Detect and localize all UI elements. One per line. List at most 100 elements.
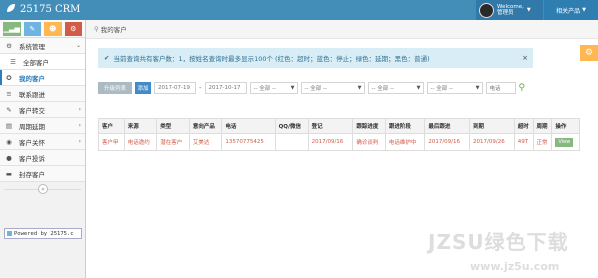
sidebar-item-7[interactable]: ● 客户投诉: [0, 150, 85, 166]
filter-select-4[interactable]: -- 全部 -- ▼: [426, 82, 483, 94]
column-header[interactable]: 到期: [469, 118, 515, 134]
sidebar-item-label: 封存客户: [19, 170, 45, 179]
leaf-icon: [6, 3, 16, 16]
sidebar-item-8[interactable]: ▬ 封存客户: [0, 166, 85, 182]
sidebar-item-5[interactable]: ▤ 周期延期 ›: [0, 118, 85, 134]
breadcrumb-current[interactable]: 我的客户: [101, 24, 127, 34]
products-menu[interactable]: 相关产品 ▼: [544, 0, 598, 20]
caret-down-icon: ▼: [475, 85, 480, 91]
shortcut-buttons: ▁▃▅ ✎ ☻ ⚙: [0, 20, 85, 38]
table-cell: 正常: [532, 133, 553, 151]
sidebar-item-3[interactable]: ≡ 联系跟进: [0, 86, 85, 102]
table-row[interactable]: 客户甲 电话邀约 潜在客户 艾美达 13570775425 2017/09/16 确诊谈判电…: [98, 133, 580, 151]
table-body: 客户甲 电话邀约 潜在客户 艾美达 13570775425 2017/09/16 确诊谈判电…: [98, 133, 580, 151]
column-header[interactable]: 来源: [123, 118, 158, 134]
info-icon: ✔: [104, 54, 110, 62]
pencil-icon: ✎: [6, 105, 12, 114]
badge-icon: [7, 231, 12, 236]
close-icon[interactable]: ×: [522, 54, 528, 62]
avatar: [479, 2, 494, 18]
upgrade-list-button[interactable]: 升级列表: [98, 82, 132, 94]
settings-shortcut-button[interactable]: ⚙: [64, 22, 82, 36]
table-cell: 49T: [513, 133, 534, 151]
sidebar: ▁▃▅ ✎ ☻ ⚙ ⚙ 系统管理 ⌄ ☰ 全部客户 ✪ 我的客户 ≡ 联系跟进 ✎ 客户转交 › ▤ 周期…: [0, 20, 86, 278]
sidebar-item-2[interactable]: ✪ 我的客户: [0, 70, 85, 86]
column-header[interactable]: 电话: [221, 118, 276, 134]
info-alert: ✔ 当前查询共有客户数：1，按姓名查询时最多显示100个 (红色：超时；蓝色：停…: [98, 48, 533, 68]
sidebar-item-4[interactable]: ✎ 客户转交 ›: [0, 102, 85, 118]
date-from-input[interactable]: 2017-07-19: [154, 82, 196, 94]
powered-by-text: Powered by 25175.c: [14, 230, 74, 237]
filter-select-2[interactable]: -- 全部 -- ▼: [300, 82, 365, 94]
column-header[interactable]: 类型: [156, 118, 190, 134]
sidebar-item-label: 周期延期: [19, 122, 45, 131]
brand-name: 25175 CRM: [20, 4, 81, 15]
collapse-icon[interactable]: «: [38, 184, 48, 194]
table-cell: 电话维护中: [384, 133, 426, 151]
customer-table: 客户 来源 类型 意向产品 电话 QQ/微信 登记 跟踪进度 跟进阶段 最后跟进 到期 超时 周期 操作 …: [98, 118, 580, 151]
pencil-icon: ✎: [29, 25, 36, 33]
column-header[interactable]: 跟踪进度: [352, 118, 386, 134]
table-cell: 2017/09/16: [307, 133, 354, 151]
sidebar-item-label: 联系跟进: [19, 90, 45, 99]
username: 管理员: [497, 10, 514, 16]
column-header[interactable]: QQ/微信: [274, 118, 309, 134]
settings-toggle-button[interactable]: ⚙: [580, 45, 598, 61]
column-header[interactable]: 周期: [532, 118, 553, 134]
column-header[interactable]: 操作: [551, 118, 580, 134]
date-to-input[interactable]: 2017-10-17: [204, 82, 247, 94]
watermark-url: www.jz5u.com: [470, 260, 560, 273]
sidebar-item-label: 系统管理: [19, 42, 45, 51]
watermark: JZSU绿色下载 www.jz5u.com: [428, 226, 598, 278]
view-button[interactable]: View: [555, 137, 574, 147]
users-shortcut-button[interactable]: ☻: [44, 22, 62, 36]
top-navbar: 25175 CRM Welcome, 管理员 ▼ 相关产品 ▼: [0, 0, 598, 20]
chevron-icon: ›: [78, 106, 81, 113]
watermark-logo-text: JZSU绿色下载: [428, 230, 569, 254]
sidebar-item-label: 全部客户: [23, 58, 49, 67]
sidebar-item-6[interactable]: ◉ 客户关怀 ›: [0, 134, 85, 150]
gear-icon: ⚙: [6, 41, 12, 50]
sidebar-item-0[interactable]: ⚙ 系统管理 ⌄: [0, 38, 85, 54]
filter-select-1[interactable]: -- 全部 -- ▼: [249, 82, 298, 94]
lightbulb-icon: ✪: [6, 73, 12, 82]
pencil-shortcut-button[interactable]: ✎: [23, 22, 41, 36]
eye-icon: ◉: [6, 137, 12, 146]
search-icon[interactable]: ⚲: [519, 83, 526, 93]
chevron-icon: ›: [78, 122, 81, 129]
powered-by-badge[interactable]: Powered by 25175.c: [4, 228, 82, 239]
phone-input[interactable]: 电话: [485, 82, 516, 94]
alert-text: 当前查询共有客户数：1，按姓名查询时最多显示100个 (红色：超时；蓝色：停止；…: [113, 55, 430, 63]
filter-toolbar: 升级列表 添加 2017-07-19 - 2017-10-17 -- 全部 --…: [98, 82, 525, 94]
table-cell: 电话邀约: [123, 133, 158, 151]
sidebar-item-label: 我的客户: [19, 74, 45, 83]
sidebar-item-label: 客户关怀: [19, 138, 45, 147]
table-cell: 确诊谈判: [352, 133, 386, 151]
chart-shortcut-button[interactable]: ▁▃▅: [3, 22, 21, 36]
table-cell: 2017/09/26: [469, 133, 515, 151]
sidebar-item-label: 客户转交: [19, 106, 45, 115]
filter-select-3[interactable]: -- 全部 -- ▼: [367, 82, 424, 94]
column-header[interactable]: 跟进阶段: [384, 118, 426, 134]
chart-icon: ▁▃▅: [3, 25, 20, 33]
caret-down-icon: ▼: [526, 7, 531, 13]
caret-down-icon: ▼: [582, 7, 586, 13]
column-header[interactable]: 登记: [307, 118, 354, 134]
folder-icon: ▬: [5, 169, 13, 178]
column-header[interactable]: 最后跟进: [424, 118, 471, 134]
add-button[interactable]: 添加: [135, 82, 151, 94]
caret-down-icon: ▼: [357, 85, 362, 91]
caret-down-icon: ▼: [416, 85, 421, 91]
user-menu[interactable]: Welcome, 管理员 ▼: [476, 0, 543, 20]
list-icon: ≡: [6, 89, 12, 98]
brand[interactable]: 25175 CRM: [6, 3, 80, 16]
chevron-icon: ›: [78, 138, 81, 145]
table-cell: 潜在客户: [156, 133, 190, 151]
sidebar-item-1[interactable]: ☰ 全部客户: [0, 54, 85, 70]
sidebar-item-label: 客户投诉: [19, 154, 45, 163]
caret-down-icon: ▼: [290, 85, 295, 91]
column-header[interactable]: 超时: [513, 118, 534, 134]
column-header[interactable]: 客户: [98, 118, 125, 134]
column-header[interactable]: 意向产品: [188, 118, 223, 134]
table-cell: 13570775425: [221, 133, 276, 151]
